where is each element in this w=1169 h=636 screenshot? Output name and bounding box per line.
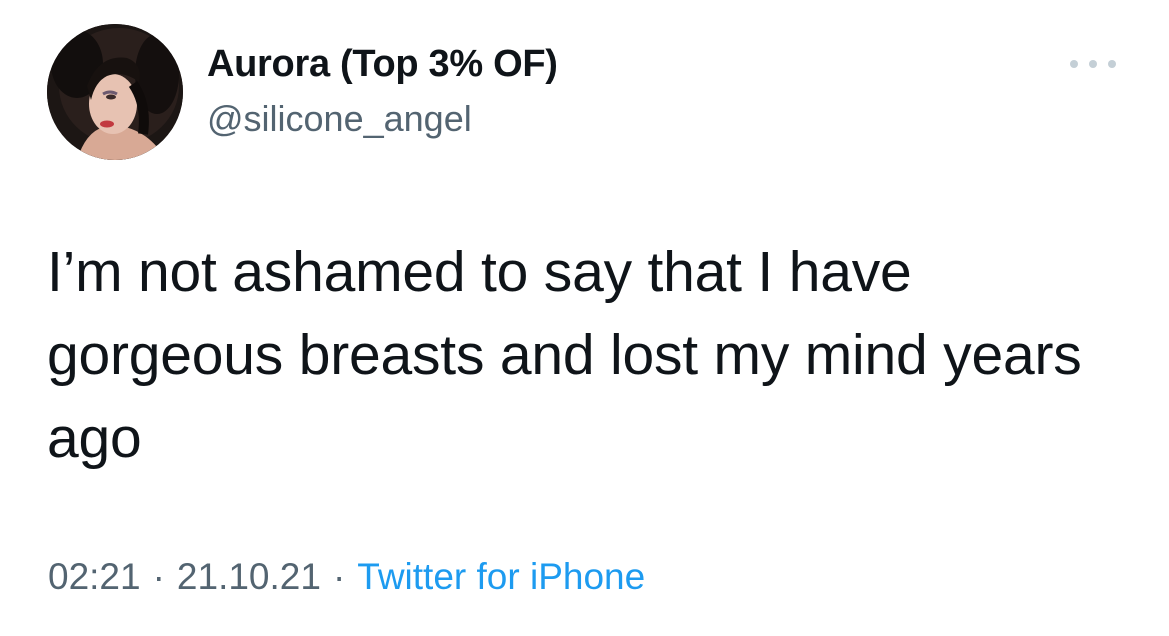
tweet-card: Aurora (Top 3% OF) @silicone_angel I’m n… bbox=[0, 0, 1169, 636]
dot bbox=[1108, 60, 1116, 68]
dot bbox=[1089, 60, 1097, 68]
author-avatar[interactable] bbox=[47, 24, 183, 160]
meta-separator: · bbox=[152, 556, 165, 597]
tweet-metadata: 02:21 · 21.10.21 · Twitter for iPhone bbox=[48, 556, 645, 598]
tweet-text: I’m not ashamed to say that I have gorge… bbox=[47, 240, 1082, 470]
tweet-date[interactable]: 21.10.21 bbox=[177, 556, 321, 597]
meta-separator: · bbox=[332, 556, 346, 597]
more-options-icon[interactable] bbox=[1070, 52, 1116, 76]
tweet-source-link[interactable]: Twitter for iPhone bbox=[357, 556, 645, 597]
tweet-time[interactable]: 02:21 bbox=[48, 556, 141, 597]
dot bbox=[1070, 60, 1078, 68]
author-display-name[interactable]: Aurora (Top 3% OF) bbox=[207, 43, 558, 86]
avatar-image bbox=[47, 24, 183, 160]
author-handle[interactable]: @silicone_angel bbox=[207, 98, 472, 140]
